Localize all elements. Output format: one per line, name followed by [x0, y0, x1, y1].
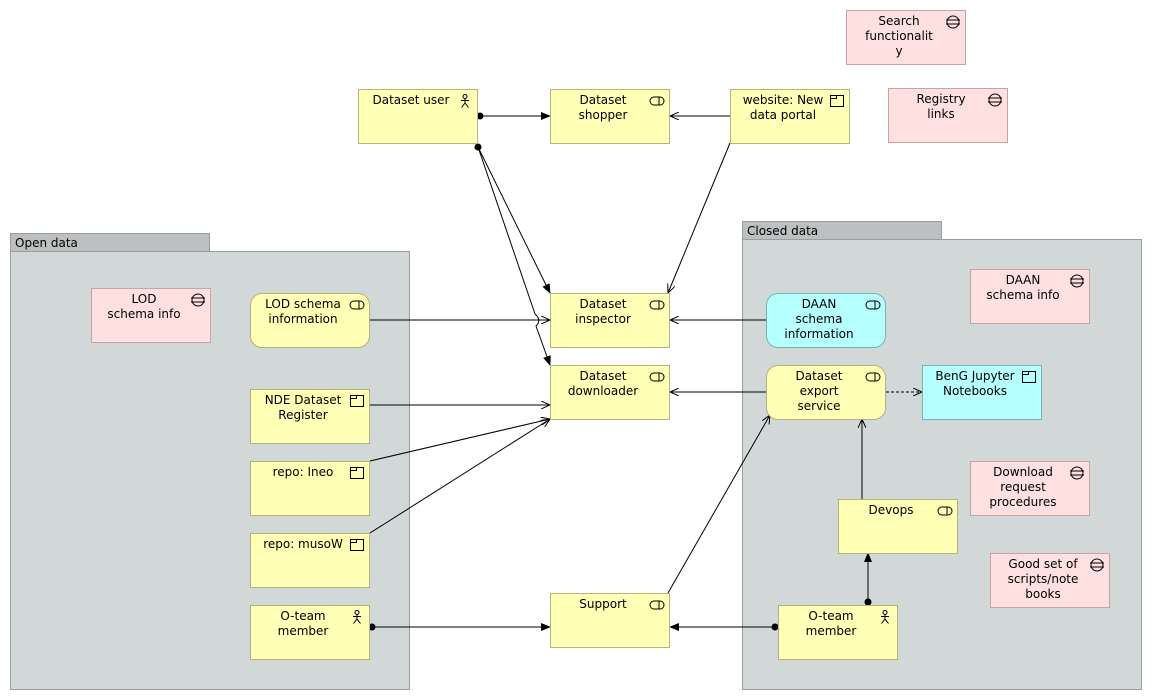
node-inspector[interactable]: Dataset inspector	[550, 293, 670, 348]
node-label: LOD schema info	[107, 292, 181, 321]
service-icon	[649, 598, 665, 612]
node-search[interactable]: Search functionalit y	[846, 10, 966, 65]
principle-icon	[945, 15, 961, 29]
node-label: Download request procedures	[989, 465, 1057, 509]
principle-icon	[190, 293, 206, 307]
node-website[interactable]: website: New data portal	[730, 89, 850, 144]
node-label: Dataset user	[372, 93, 450, 107]
service-icon	[349, 298, 365, 312]
actor-icon	[457, 94, 473, 108]
node-ineo[interactable]: repo: Ineo	[250, 461, 370, 516]
service-icon	[649, 94, 665, 108]
node-support[interactable]: Support	[550, 593, 670, 648]
edge-musow-downloader[interactable]	[369, 419, 550, 534]
actor-icon	[349, 610, 365, 624]
node-label: Good set of scripts/note books	[1007, 557, 1079, 601]
node-label: DAAN schema info	[986, 273, 1060, 302]
node-good-set[interactable]: Good set of scripts/note books	[990, 553, 1110, 608]
node-download-req[interactable]: Download request procedures	[970, 461, 1090, 516]
node-label: repo: Ineo	[272, 465, 334, 479]
component-icon	[829, 94, 845, 108]
node-label: Dataset downloader	[567, 369, 639, 398]
node-daan-schema[interactable]: DAAN schema information	[766, 293, 886, 348]
node-downloader[interactable]: Dataset downloader	[550, 365, 670, 420]
node-registry[interactable]: Registry links	[888, 88, 1008, 143]
edge-ineo-downloader[interactable]	[369, 419, 550, 462]
edge-website-inspector[interactable]	[668, 142, 731, 293]
node-oteam-left[interactable]: O-team member	[250, 605, 370, 660]
actor-icon	[877, 610, 893, 624]
node-daan-info[interactable]: DAAN schema info	[970, 269, 1090, 324]
diagram-canvas: Open data Closed data Search functionali…	[0, 0, 1152, 700]
principle-icon	[987, 93, 1003, 107]
principle-icon	[1069, 274, 1085, 288]
node-label: Dataset export service	[795, 369, 843, 413]
node-label: Support	[579, 597, 627, 611]
component-icon	[349, 394, 365, 408]
node-export[interactable]: Dataset export service	[766, 365, 886, 420]
edge-support-export[interactable]	[667, 415, 770, 594]
node-label: LOD schema information	[265, 297, 341, 326]
component-icon	[349, 538, 365, 552]
node-label: Dataset inspector	[575, 297, 631, 326]
node-dataset-user[interactable]: Dataset user	[358, 89, 478, 144]
node-musow[interactable]: repo: musoW	[250, 533, 370, 588]
node-nde[interactable]: NDE Dataset Register	[250, 389, 370, 444]
node-label: NDE Dataset Register	[264, 393, 342, 422]
node-label: BenG Jupyter Notebooks	[935, 369, 1015, 398]
node-label: Devops	[868, 503, 914, 517]
edge-user-inspector[interactable]	[474, 143, 551, 294]
node-label: Dataset shopper	[578, 93, 628, 122]
principle-icon	[1069, 466, 1085, 480]
node-label: website: New data portal	[742, 93, 824, 122]
node-devops[interactable]: Devops	[838, 499, 958, 554]
component-icon	[1021, 370, 1037, 384]
node-label: Search functionalit y	[865, 14, 933, 58]
component-icon	[349, 466, 365, 480]
edge-user-downloader[interactable]	[477, 146, 551, 366]
node-label: O-team member	[277, 609, 329, 638]
node-label: Registry links	[916, 92, 966, 121]
node-lod-info[interactable]: LOD schema info	[91, 288, 211, 343]
service-icon	[937, 504, 953, 518]
principle-icon	[1089, 558, 1105, 572]
node-shopper[interactable]: Dataset shopper	[550, 89, 670, 144]
node-lod-schema[interactable]: LOD schema information	[250, 293, 370, 348]
service-icon	[865, 370, 881, 384]
service-icon	[649, 298, 665, 312]
node-label: DAAN schema information	[784, 297, 854, 341]
service-icon	[865, 298, 881, 312]
node-beng[interactable]: BenG Jupyter Notebooks	[922, 365, 1042, 420]
node-oteam-right[interactable]: O-team member	[778, 605, 898, 660]
node-label: O-team member	[805, 609, 857, 638]
service-icon	[649, 370, 665, 384]
node-label: repo: musoW	[263, 537, 343, 551]
